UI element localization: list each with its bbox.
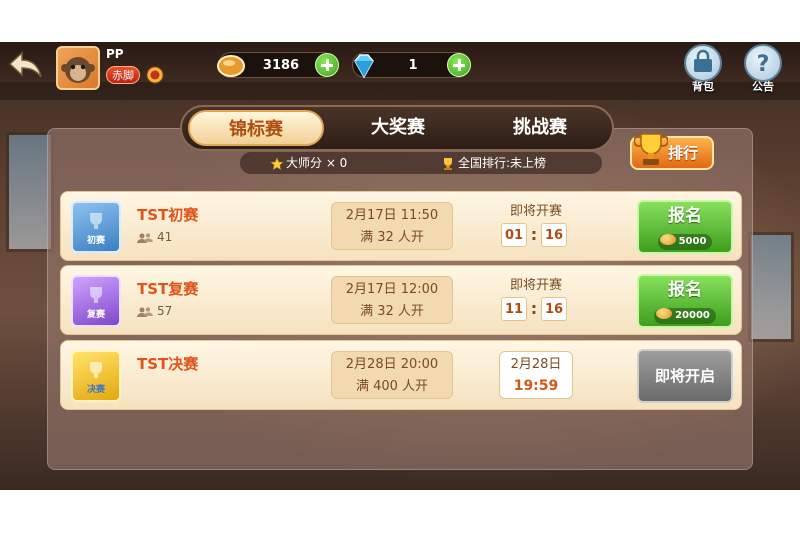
match-name: TST复赛 [137, 280, 199, 298]
match-time: 2月17日 11:50 [345, 208, 439, 223]
countdown-title: 即将开赛 [509, 204, 562, 219]
signup-label: 报名 [668, 206, 702, 226]
player-count: 57 [137, 304, 172, 318]
national-rank-text: 全国排行:未上榜 [458, 156, 547, 170]
add-coins-button[interactable] [315, 53, 339, 77]
start-date: 2月28日 [510, 357, 562, 372]
ticket-label: 决赛 [86, 385, 105, 395]
match-schedule: 2月17日 12:00 满 32 人开 [331, 276, 453, 324]
coin-icon [217, 55, 245, 77]
match-schedule: 2月17日 11:50 满 32 人开 [331, 202, 453, 250]
bag-icon [684, 44, 722, 82]
entry-fee: 20000 [654, 308, 716, 324]
countdown-separator: : [530, 299, 538, 318]
leaderboard-button[interactable]: 排行 [630, 133, 714, 170]
svg-text:?: ? [757, 52, 770, 77]
start-time: 19:59 [513, 378, 559, 394]
signup-button[interactable]: 报名 5000 [637, 200, 733, 254]
player-count-value: 41 [157, 230, 173, 244]
countdown-minutes: 16 [541, 223, 567, 247]
add-gems-button[interactable] [447, 53, 471, 77]
start-date-box: 2月28日 19:59 [499, 351, 573, 399]
master-points-text: 大师分 × 0 [286, 156, 348, 170]
match-row[interactable]: 决赛 TST决赛 2月28日 20:00 满 400 人开 2月28日 19:5… [60, 340, 742, 410]
background-window [748, 232, 794, 342]
back-arrow-icon [8, 51, 42, 78]
ticket-icon: 初赛 [71, 201, 121, 253]
coming-soon-button[interactable]: 即将开启 [637, 349, 733, 403]
countdown-minutes: 16 [541, 297, 567, 321]
tournament-tabs: 锦标赛 大奖赛 挑战赛 [180, 105, 614, 151]
player-name: PP [106, 47, 124, 61]
avatar[interactable] [56, 46, 100, 90]
entry-fee-amount: 5000 [678, 236, 707, 247]
countdown-separator: : [530, 225, 538, 244]
match-time: 2月28日 20:00 [345, 357, 439, 372]
match-capacity: 满 32 人开 [360, 230, 424, 245]
bag-button[interactable]: 背包 [680, 44, 726, 96]
countdown-hours: 11 [501, 297, 527, 321]
tab-challenge[interactable]: 挑战赛 [472, 110, 608, 146]
level-icon [146, 66, 164, 84]
tab-grand-prix[interactable]: 大奖赛 [330, 110, 466, 146]
top-bar: PP 赤脚 3186 1 背包 ? 公告 [0, 42, 800, 98]
notice-button[interactable]: ? 公告 [740, 44, 786, 96]
leaderboard-label: 排行 [668, 144, 699, 162]
signup-button[interactable]: 报名 20000 [637, 274, 733, 328]
coin-icon [656, 308, 673, 319]
ticket-icon: 决赛 [71, 350, 121, 402]
gem-amount: 1 [408, 58, 418, 73]
signup-label: 报名 [668, 280, 702, 300]
trophy-icon [634, 133, 668, 165]
stats-bar: 大师分 × 0 全国排行:未上榜 [240, 152, 602, 174]
coin-icon [659, 234, 676, 245]
match-name: TST初赛 [137, 206, 199, 224]
national-rank-stat: 全国排行:未上榜 [440, 152, 546, 174]
countdown-title: 即将开赛 [509, 278, 562, 293]
player-count-value: 57 [157, 304, 173, 318]
match-capacity: 满 32 人开 [360, 304, 424, 319]
master-points-stat: 大师分 × 0 [270, 152, 347, 174]
back-button[interactable] [8, 50, 44, 80]
players-icon [137, 306, 153, 317]
match-row[interactable]: 初赛 TST初赛 41 2月17日 11:50 满 32 人开 即将开赛 01 … [60, 191, 742, 261]
entry-fee-amount: 20000 [675, 310, 710, 321]
diamond-icon [354, 54, 374, 79]
trophy-small-icon [444, 157, 452, 170]
match-row[interactable]: 复赛 TST复赛 57 2月17日 12:00 满 32 人开 即将开赛 11 … [60, 265, 742, 335]
match-schedule: 2月28日 20:00 满 400 人开 [331, 351, 453, 399]
ticket-icon: 复赛 [71, 275, 121, 327]
gem-balance: 1 [352, 52, 471, 79]
match-time: 2月17日 12:00 [345, 282, 439, 297]
ticket-label: 初赛 [86, 236, 105, 246]
star-icon [270, 156, 284, 170]
tab-championship[interactable]: 锦标赛 [188, 110, 324, 146]
coin-balance: 3186 [217, 52, 339, 78]
rank-title-badge: 赤脚 [106, 66, 140, 84]
match-capacity: 满 400 人开 [355, 379, 429, 394]
match-name: TST决赛 [137, 355, 199, 373]
coin-amount: 3186 [262, 58, 300, 73]
countdown-hours: 01 [501, 223, 527, 247]
question-icon: ? [744, 44, 782, 82]
monkey-avatar-icon [61, 57, 95, 83]
player-count: 41 [137, 230, 172, 244]
entry-fee: 5000 [657, 234, 713, 250]
players-icon [137, 232, 153, 243]
ticket-label: 复赛 [86, 310, 105, 320]
